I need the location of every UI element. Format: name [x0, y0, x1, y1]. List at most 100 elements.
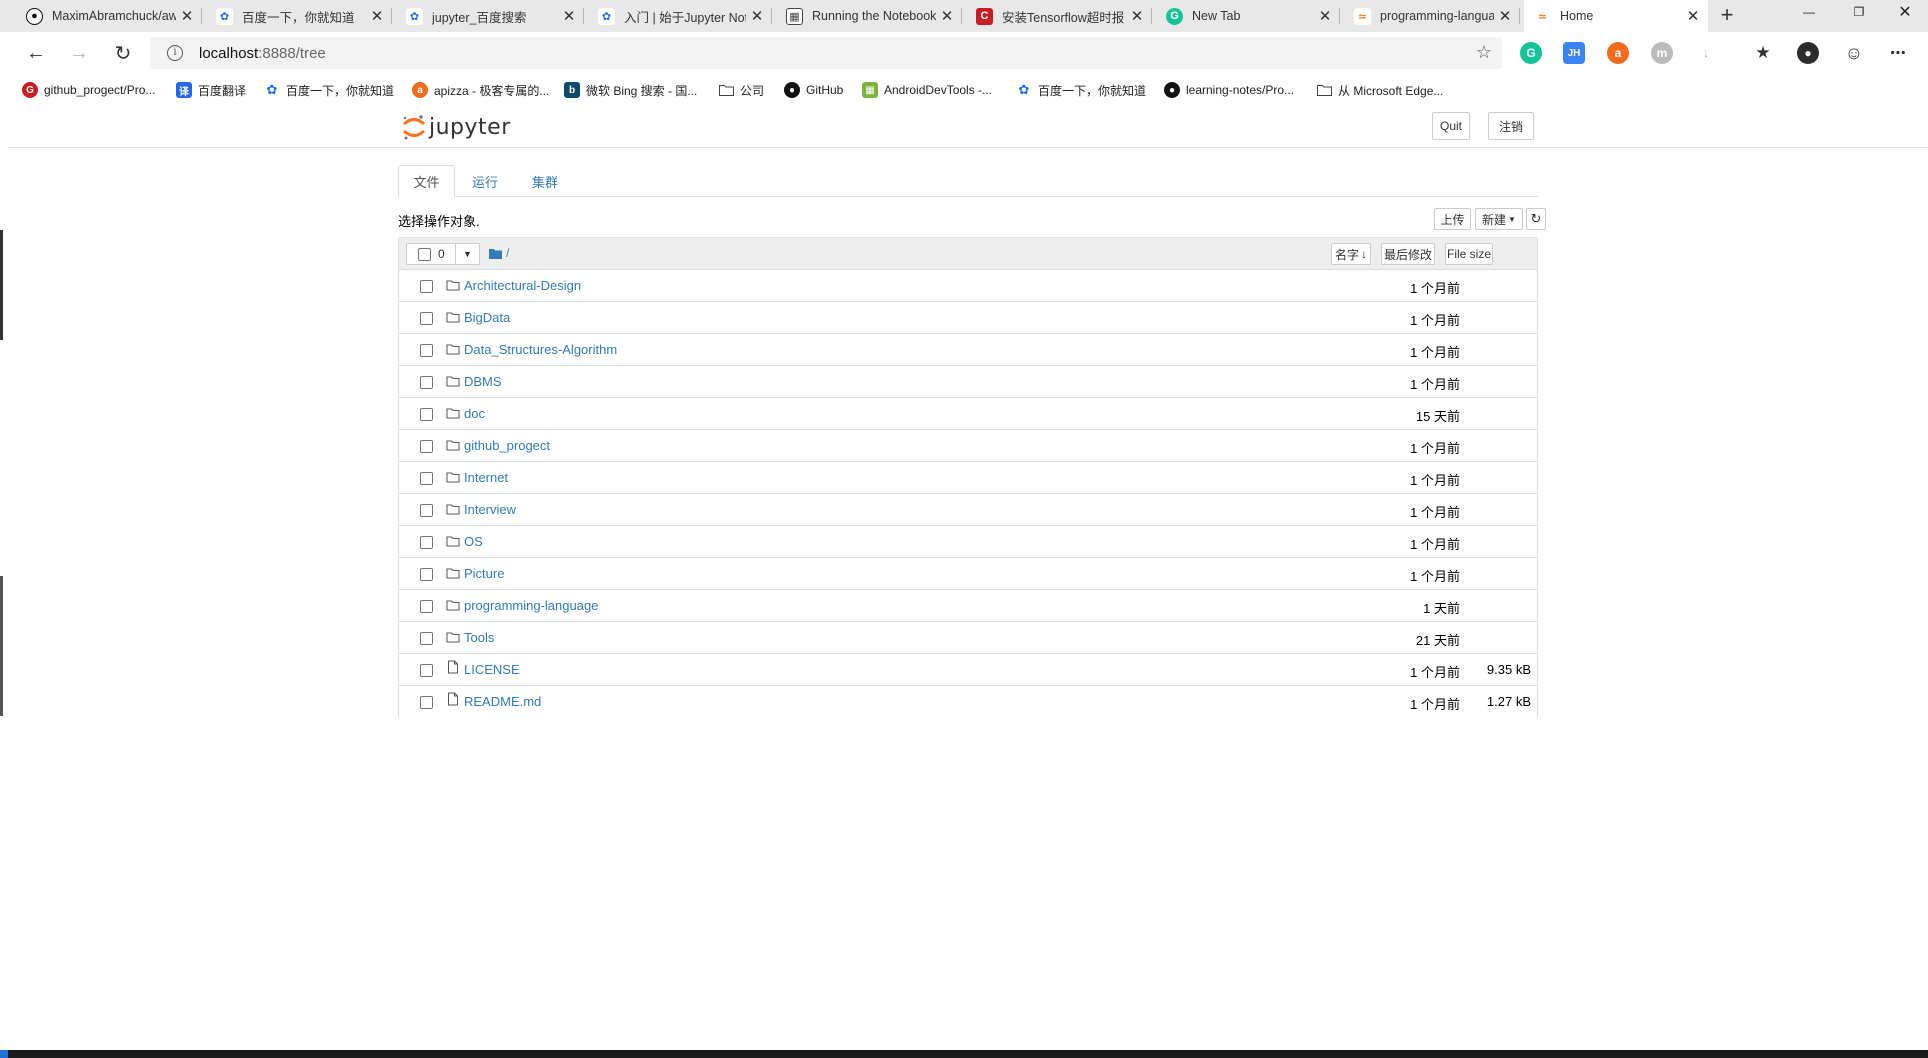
- item-name-link[interactable]: LICENSE: [464, 662, 520, 677]
- browser-tab[interactable]: ✿ 百度一下，你就知道 ✕: [206, 0, 392, 32]
- browser-tab[interactable]: G New Tab ✕: [1156, 0, 1340, 32]
- row-checkbox[interactable]: [420, 536, 433, 549]
- table-row[interactable]: programming-language 1 天前: [399, 590, 1537, 622]
- table-row[interactable]: DBMS 1 个月前: [399, 366, 1537, 398]
- table-row[interactable]: Architectural-Design 1 个月前: [399, 270, 1537, 302]
- item-name-link[interactable]: Architectural-Design: [464, 278, 581, 293]
- tab-running[interactable]: 运行: [455, 165, 515, 197]
- close-tab-icon[interactable]: ✕: [558, 7, 580, 25]
- grammarly-extension-icon[interactable]: G: [1520, 42, 1542, 64]
- forward-button[interactable]: →: [64, 39, 94, 67]
- minimize-button[interactable]: —: [1786, 0, 1832, 24]
- bookmark-item[interactable]: ▦ AndroidDevTools -...: [862, 80, 992, 100]
- browser-tab[interactable]: ✿ jupyter_百度搜索 ✕: [396, 0, 584, 32]
- sort-by-size-button[interactable]: File size: [1445, 243, 1493, 265]
- jh-extension-icon[interactable]: JH: [1563, 42, 1585, 64]
- item-name-link[interactable]: Picture: [464, 566, 504, 581]
- browser-tab[interactable]: ● MaximAbramchuck/aw ✕: [16, 0, 202, 32]
- item-name-link[interactable]: OS: [464, 534, 483, 549]
- bookmark-item[interactable]: ✿ 百度一下，你就知道: [264, 80, 394, 100]
- item-name-link[interactable]: DBMS: [464, 374, 502, 389]
- close-tab-icon[interactable]: ✕: [1314, 7, 1336, 25]
- refresh-list-button[interactable]: ↻: [1526, 208, 1546, 230]
- m-extension-icon[interactable]: m: [1651, 42, 1673, 64]
- close-tab-icon[interactable]: ✕: [1494, 7, 1516, 25]
- new-tab-button[interactable]: +: [1715, 4, 1739, 28]
- table-row[interactable]: BigData 1 个月前: [399, 302, 1537, 334]
- table-row[interactable]: Tools 21 天前: [399, 622, 1537, 654]
- jupyter-logo[interactable]: jupyter: [401, 112, 511, 142]
- table-row[interactable]: Picture 1 个月前: [399, 558, 1537, 590]
- back-button[interactable]: ←: [21, 39, 51, 67]
- item-name-link[interactable]: doc: [464, 406, 485, 421]
- favorite-star-icon[interactable]: ☆: [1476, 42, 1492, 63]
- table-row[interactable]: Interview 1 个月前: [399, 494, 1537, 526]
- tab-files[interactable]: 文件: [398, 165, 455, 198]
- breadcrumb-root[interactable]: /: [506, 246, 509, 260]
- row-checkbox[interactable]: [420, 376, 433, 389]
- item-name-link[interactable]: github_progect: [464, 438, 550, 453]
- table-row[interactable]: Data_Structures-Algorithm 1 个月前: [399, 334, 1537, 366]
- row-checkbox[interactable]: [420, 408, 433, 421]
- more-menu-icon[interactable]: ⋯: [1887, 42, 1909, 64]
- item-name-link[interactable]: Internet: [464, 470, 508, 485]
- select-menu-caret-icon[interactable]: ▼: [455, 244, 479, 264]
- browser-tab[interactable]: C 安装Tensorflow超时报 ✕: [966, 0, 1152, 32]
- bookmark-item[interactable]: ● GitHub: [784, 80, 843, 100]
- row-checkbox[interactable]: [420, 312, 433, 325]
- item-name-link[interactable]: Tools: [464, 630, 494, 645]
- row-checkbox[interactable]: [420, 344, 433, 357]
- bookmark-item[interactable]: b 微软 Bing 搜索 - 国...: [564, 80, 697, 100]
- table-row[interactable]: README.md 1 个月前 1.27 kB: [399, 686, 1537, 718]
- upload-button[interactable]: 上传: [1434, 208, 1471, 230]
- row-checkbox[interactable]: [420, 440, 433, 453]
- table-row[interactable]: doc 15 天前: [399, 398, 1537, 430]
- new-dropdown-button[interactable]: 新建 ▼: [1475, 208, 1523, 230]
- bookmark-item[interactable]: ● learning-notes/Pro...: [1164, 80, 1294, 100]
- item-name-link[interactable]: Interview: [464, 502, 516, 517]
- restore-button[interactable]: ❐: [1836, 0, 1882, 24]
- browser-tab[interactable]: ▦ Running the Notebook ✕: [776, 0, 962, 32]
- item-name-link[interactable]: BigData: [464, 310, 510, 325]
- favorites-icon[interactable]: ★: [1752, 42, 1774, 64]
- info-icon[interactable]: i: [167, 45, 183, 61]
- row-checkbox[interactable]: [420, 504, 433, 517]
- close-tab-icon[interactable]: ✕: [746, 7, 768, 25]
- table-row[interactable]: LICENSE 1 个月前 9.35 kB: [399, 654, 1537, 686]
- item-name-link[interactable]: programming-language: [464, 598, 598, 613]
- item-name-link[interactable]: Data_Structures-Algorithm: [464, 342, 617, 357]
- refresh-button[interactable]: ↻: [108, 39, 138, 67]
- close-window-button[interactable]: ✕: [1882, 0, 1928, 24]
- logout-button[interactable]: 注销: [1488, 112, 1534, 140]
- bookmark-item[interactable]: Ggithub_progect/Pro...: [22, 80, 155, 100]
- close-tab-icon[interactable]: ✕: [1682, 7, 1704, 25]
- close-tab-icon[interactable]: ✕: [176, 7, 198, 25]
- row-checkbox[interactable]: [420, 632, 433, 645]
- bookmark-item[interactable]: a apizza - 极客专属的...: [412, 80, 549, 100]
- breadcrumb[interactable]: /: [489, 246, 509, 260]
- bookmark-item[interactable]: 公司: [718, 80, 764, 100]
- sort-by-modified-button[interactable]: 最后修改: [1381, 243, 1435, 265]
- apizza-extension-icon[interactable]: a: [1607, 42, 1629, 64]
- row-checkbox[interactable]: [420, 664, 433, 677]
- row-checkbox[interactable]: [420, 568, 433, 581]
- tab-clusters[interactable]: 集群: [515, 165, 575, 197]
- close-tab-icon[interactable]: ✕: [366, 7, 388, 25]
- browser-tab[interactable]: ✿ 入门 | 始于Jupyter Not ✕: [588, 0, 772, 32]
- table-row[interactable]: OS 1 个月前: [399, 526, 1537, 558]
- bookmark-item[interactable]: 译百度翻译: [176, 80, 246, 100]
- quit-button[interactable]: Quit: [1432, 112, 1470, 140]
- row-checkbox[interactable]: [420, 600, 433, 613]
- table-row[interactable]: Internet 1 个月前: [399, 462, 1537, 494]
- profile-avatar[interactable]: ●: [1797, 42, 1819, 64]
- browser-tab[interactable]: ≃ programming-languag ✕: [1344, 0, 1520, 32]
- browser-tab[interactable]: ≃ Home ✕: [1524, 0, 1708, 32]
- close-tab-icon[interactable]: ✕: [1126, 7, 1148, 25]
- item-name-link[interactable]: README.md: [464, 694, 541, 709]
- bookmark-item[interactable]: 从 Microsoft Edge...: [1316, 80, 1443, 100]
- close-tab-icon[interactable]: ✕: [936, 7, 958, 25]
- table-row[interactable]: github_progect 1 个月前: [399, 430, 1537, 462]
- sort-by-name-button[interactable]: 名字 ↓: [1331, 243, 1371, 265]
- download-extension-icon[interactable]: ↓: [1695, 42, 1717, 64]
- row-checkbox[interactable]: [420, 472, 433, 485]
